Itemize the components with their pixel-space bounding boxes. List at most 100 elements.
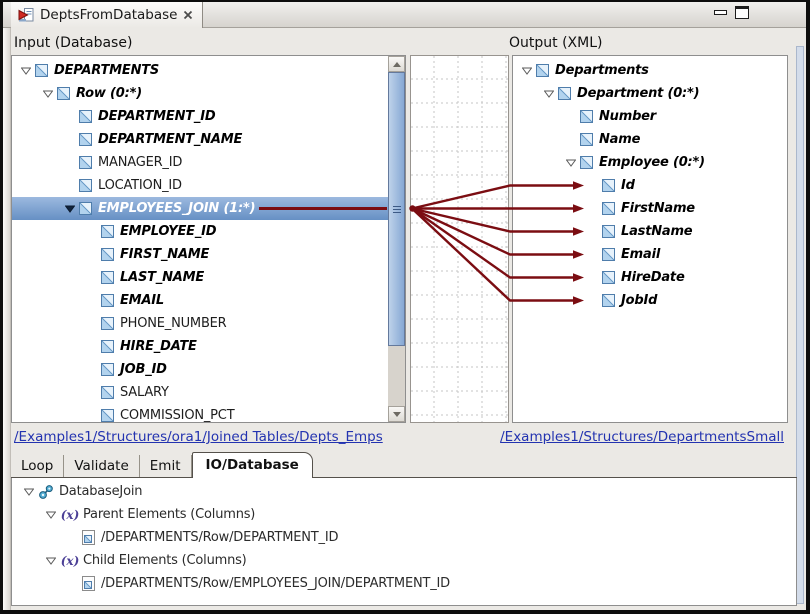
maximize-icon[interactable]: [735, 6, 749, 19]
tree-item-departments-row-employees-join-department-id[interactable]: /DEPARTMENTS/Row/EMPLOYEES_JOIN/DEPARTME…: [12, 572, 796, 595]
expression-icon: (x): [60, 554, 80, 568]
input-panel-header: Input (Database): [14, 35, 132, 51]
element-icon: [101, 317, 114, 330]
tree-item-departments[interactable]: DEPARTMENTS: [12, 59, 388, 82]
input-tree: DEPARTMENTS Row (0:*) DEPARTMENT_ID DEPARTM…: [12, 56, 388, 422]
tree-item-department-0[interactable]: Department (0:*): [513, 82, 787, 105]
tree-item-databasejoin[interactable]: DatabaseJoin: [12, 480, 796, 503]
tab-loop[interactable]: Loop: [11, 455, 64, 477]
output-tree-panel: Departments Department (0:*)NumberNameEmp…: [512, 55, 788, 423]
expression-icon: (x): [60, 508, 80, 522]
expand-arrow-icon[interactable]: [17, 67, 35, 75]
tree-item-label: Email: [621, 247, 660, 262]
tree-item-employee-id[interactable]: EMPLOYEE_ID: [12, 220, 388, 243]
element-icon: [580, 156, 593, 169]
element-icon: [602, 179, 615, 192]
tree-item-parent-elements-columns[interactable]: (x)Parent Elements (Columns): [12, 503, 796, 526]
tree-item-label: Row (0:*): [76, 86, 142, 101]
tree-item-id[interactable]: Id: [513, 174, 787, 197]
element-icon: [558, 87, 571, 100]
left-margin-strip: [3, 2, 11, 610]
database-join-tree: DatabaseJoin(x)Parent Elements (Columns)…: [12, 480, 796, 595]
io-database-panel: DatabaseJoin(x)Parent Elements (Columns)…: [11, 478, 797, 606]
mapping-canvas[interactable]: [410, 55, 509, 423]
tree-item-department-name[interactable]: DEPARTMENT_NAME: [12, 128, 388, 151]
tree-item-commission-pct[interactable]: COMMISSION_PCT: [12, 404, 388, 422]
tree-item-first-name[interactable]: FIRST_NAME: [12, 243, 388, 266]
tree-item-location-id[interactable]: LOCATION_ID: [12, 174, 388, 197]
tree-item-phone-number[interactable]: PHONE_NUMBER: [12, 312, 388, 335]
tab-io-database[interactable]: IO/Database: [192, 452, 313, 478]
tree-item-label: JOB_ID: [120, 362, 167, 377]
element-icon: [79, 156, 92, 169]
tree-item-label: Child Elements (Columns): [83, 553, 247, 568]
scrollbar-thumb[interactable]: [388, 72, 405, 346]
close-icon[interactable]: [183, 10, 193, 20]
tab-validate[interactable]: Validate: [64, 455, 139, 477]
mapper-window: DeptsFromDatabase Input (Database) Outpu…: [3, 2, 806, 610]
element-icon: [101, 294, 114, 307]
editor-tab-title: DeptsFromDatabase: [40, 7, 177, 23]
tree-item-firstname[interactable]: FirstName: [513, 197, 787, 220]
element-icon: [101, 271, 114, 284]
input-structure-link[interactable]: /Examples1/Structures/ora1/Joined Tables…: [14, 429, 383, 445]
tree-item-label: EMAIL: [120, 293, 164, 308]
tree-item-lastname[interactable]: LastName: [513, 220, 787, 243]
tab-emit[interactable]: Emit: [140, 455, 192, 477]
tree-item-row-0[interactable]: Row (0:*): [12, 82, 388, 105]
scroll-up-icon[interactable]: [388, 56, 405, 72]
tree-item-hiredate[interactable]: HireDate: [513, 266, 787, 289]
tree-item-last-name[interactable]: LAST_NAME: [12, 266, 388, 289]
tree-item-job-id[interactable]: JOB_ID: [12, 358, 388, 381]
minimize-icon[interactable]: [714, 10, 727, 15]
tree-item-email[interactable]: EMAIL: [12, 289, 388, 312]
tree-item-label: DEPARTMENTS: [54, 63, 159, 78]
tree-item-child-elements-columns[interactable]: (x)Child Elements (Columns): [12, 549, 796, 572]
tree-item-departments[interactable]: Departments: [513, 59, 787, 82]
tree-item-label: EMPLOYEES_JOIN (1:*): [98, 201, 255, 216]
expand-arrow-icon[interactable]: [562, 159, 580, 167]
thumb-grip-icon: [393, 204, 401, 215]
tree-item-email[interactable]: Email: [513, 243, 787, 266]
tree-item-departments-row-department-id[interactable]: /DEPARTMENTS/Row/DEPARTMENT_ID: [12, 526, 796, 549]
tree-item-salary[interactable]: SALARY: [12, 381, 388, 404]
tree-item-label: SALARY: [120, 385, 169, 400]
element-icon: [101, 386, 114, 399]
element-icon: [79, 179, 92, 192]
tree-item-label: Parent Elements (Columns): [83, 507, 255, 522]
expand-arrow-icon[interactable]: [42, 511, 60, 519]
expand-arrow-icon[interactable]: [39, 90, 57, 98]
element-icon: [602, 271, 615, 284]
column-document-icon: [82, 576, 95, 591]
expand-arrow-icon[interactable]: [518, 67, 536, 75]
output-structure-link[interactable]: /Examples1/Structures/DepartmentsSmall: [500, 429, 784, 445]
element-icon: [79, 202, 92, 215]
tree-item-employee-0[interactable]: Employee (0:*): [513, 151, 787, 174]
tree-item-number[interactable]: Number: [513, 105, 787, 128]
tree-item-label: LAST_NAME: [120, 270, 204, 285]
tree-item-department-id[interactable]: DEPARTMENT_ID: [12, 105, 388, 128]
input-scrollbar[interactable]: [388, 56, 405, 422]
expand-arrow-icon[interactable]: [540, 90, 558, 98]
element-icon: [101, 248, 114, 261]
mapping-source-line: [259, 207, 387, 210]
tree-item-label: PHONE_NUMBER: [120, 316, 227, 331]
column-document-icon: [82, 530, 95, 545]
input-tree-panel: DEPARTMENTS Row (0:*) DEPARTMENT_ID DEPARTM…: [11, 55, 406, 423]
tree-item-label: Departments: [555, 63, 649, 78]
document-map-icon: [18, 7, 34, 23]
expand-arrow-icon[interactable]: [20, 488, 38, 496]
tree-item-jobid[interactable]: JobId: [513, 289, 787, 312]
tree-item-label: DEPARTMENT_ID: [98, 109, 215, 124]
tree-item-name[interactable]: Name: [513, 128, 787, 151]
tree-item-hire-date[interactable]: HIRE_DATE: [12, 335, 388, 358]
right-margin-strip: [796, 46, 804, 604]
tree-item-label: FirstName: [621, 201, 695, 216]
tree-item-manager-id[interactable]: MANAGER_ID: [12, 151, 388, 174]
editor-tab[interactable]: DeptsFromDatabase: [11, 2, 203, 28]
element-icon: [101, 363, 114, 376]
expand-arrow-icon[interactable]: [61, 205, 79, 213]
output-tree: Departments Department (0:*)NumberNameEmp…: [513, 56, 787, 422]
scroll-down-icon[interactable]: [388, 406, 405, 422]
expand-arrow-icon[interactable]: [42, 557, 60, 565]
